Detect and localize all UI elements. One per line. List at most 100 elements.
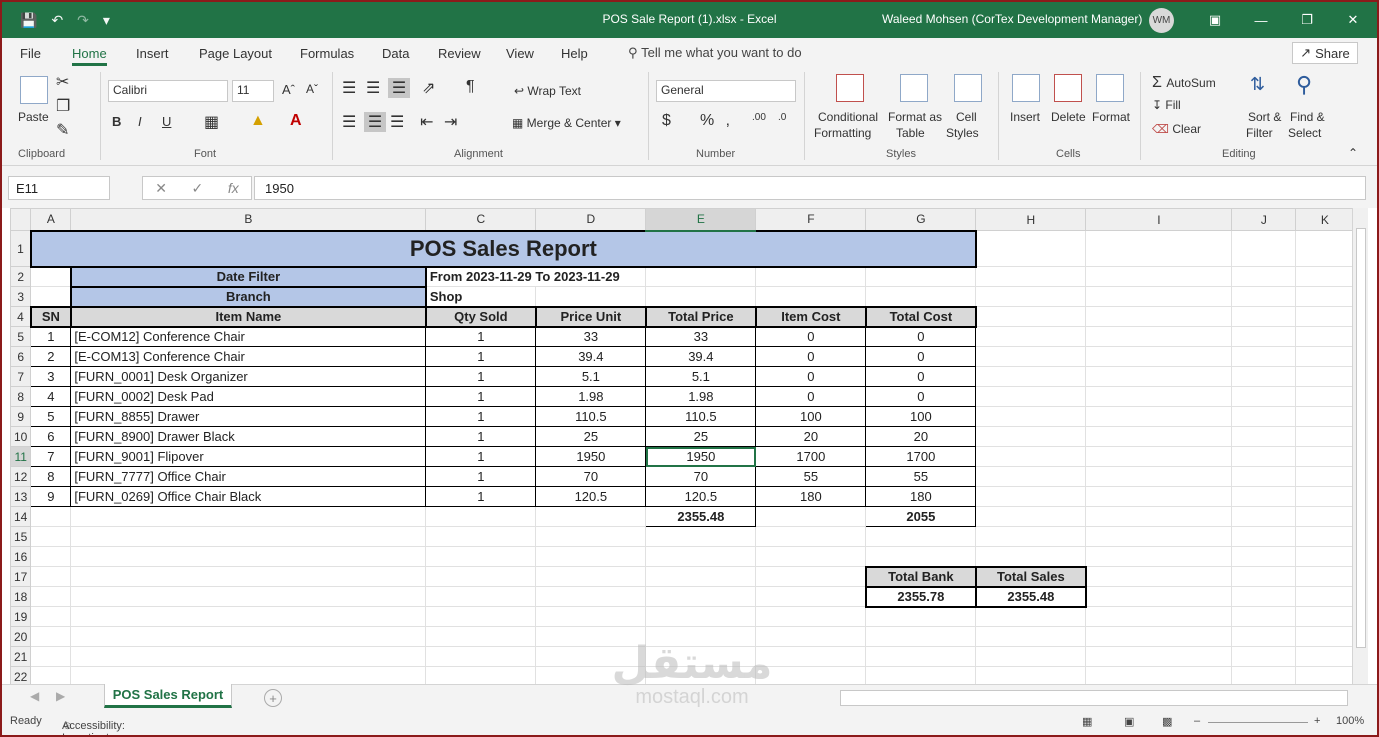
row-header[interactable]: 15 bbox=[9, 526, 32, 547]
cell[interactable] bbox=[645, 586, 757, 607]
cell[interactable] bbox=[535, 566, 647, 587]
cell[interactable] bbox=[755, 626, 867, 647]
cell[interactable] bbox=[1231, 426, 1297, 447]
decrease-decimal-icon[interactable]: .0 bbox=[778, 112, 786, 123]
insert-function-icon[interactable]: fx bbox=[228, 180, 239, 196]
cell[interactable] bbox=[1295, 546, 1355, 567]
cell[interactable] bbox=[1085, 286, 1233, 307]
cell[interactable] bbox=[1295, 346, 1355, 367]
cell[interactable] bbox=[1295, 466, 1355, 487]
cell[interactable] bbox=[1295, 626, 1355, 647]
cell[interactable] bbox=[1231, 346, 1297, 367]
conditional-formatting-icon[interactable] bbox=[836, 74, 864, 102]
delete-cells-button[interactable]: Delete bbox=[1051, 110, 1086, 124]
cell[interactable] bbox=[645, 626, 757, 647]
align-top-icon[interactable]: ☰ bbox=[342, 78, 356, 98]
row-header[interactable]: 17 bbox=[9, 566, 32, 587]
cell[interactable] bbox=[425, 506, 537, 527]
cell-qty[interactable]: 1 bbox=[425, 366, 537, 387]
ribbon-display-icon[interactable]: ▣ bbox=[1192, 2, 1238, 38]
row-header[interactable]: 18 bbox=[9, 586, 32, 607]
cell[interactable] bbox=[1085, 646, 1233, 667]
column-header[interactable]: A bbox=[30, 208, 72, 231]
find-icon[interactable]: ⚲ bbox=[1296, 72, 1312, 98]
tab-help[interactable]: Help bbox=[561, 46, 588, 61]
cell-sn[interactable]: 5 bbox=[30, 406, 72, 427]
cell-total-price[interactable]: 33 bbox=[645, 326, 757, 347]
cell-item-name[interactable]: [E-COM12] Conference Chair bbox=[70, 326, 427, 347]
cell-price-unit[interactable]: 25 bbox=[535, 426, 647, 447]
share-button[interactable]: ↗ Share bbox=[1292, 42, 1358, 64]
minimize-icon[interactable]: — bbox=[1238, 2, 1284, 38]
column-header[interactable]: K bbox=[1295, 208, 1355, 231]
cell-sn[interactable]: 6 bbox=[30, 426, 72, 447]
font-color-icon[interactable]: A bbox=[290, 112, 302, 130]
cell[interactable] bbox=[30, 586, 72, 607]
cell[interactable] bbox=[865, 266, 977, 287]
cell[interactable] bbox=[1295, 366, 1355, 387]
cell-total-cost[interactable]: 20 bbox=[865, 426, 977, 447]
cell[interactable] bbox=[425, 546, 537, 567]
copy-icon[interactable]: ❐ bbox=[56, 96, 70, 116]
cell[interactable] bbox=[425, 566, 537, 587]
align-right-icon[interactable]: ☰ bbox=[390, 112, 404, 132]
format-cells-button[interactable]: Format bbox=[1092, 110, 1130, 124]
cell[interactable] bbox=[1085, 306, 1233, 327]
cell[interactable] bbox=[755, 606, 867, 627]
cell[interactable] bbox=[1231, 406, 1297, 427]
date-filter-value[interactable]: From 2023-11-29 To 2023-11-29 bbox=[425, 266, 647, 287]
sort-filter-icon[interactable]: ⇅ bbox=[1250, 74, 1265, 95]
next-sheet-icon[interactable]: ▶ bbox=[56, 689, 65, 703]
row-header[interactable]: 11 bbox=[9, 446, 32, 467]
cell-item-cost[interactable]: 180 bbox=[755, 486, 867, 507]
format-painter-icon[interactable]: ✎ bbox=[56, 120, 69, 140]
cell-item-name[interactable]: [FURN_8900] Drawer Black bbox=[70, 426, 427, 447]
horizontal-scrollbar[interactable] bbox=[840, 690, 1348, 706]
cell-total-price[interactable]: 70 bbox=[645, 466, 757, 487]
header-price-unit[interactable]: Price Unit bbox=[534, 305, 647, 328]
cell[interactable] bbox=[975, 486, 1087, 507]
page-layout-view-icon[interactable]: ▣ bbox=[1124, 715, 1134, 728]
cell[interactable] bbox=[975, 266, 1087, 287]
cell-item-cost[interactable]: 0 bbox=[755, 386, 867, 407]
name-box[interactable]: E11 bbox=[8, 176, 110, 200]
row-header[interactable]: 14 bbox=[9, 506, 32, 527]
cell[interactable] bbox=[535, 546, 647, 567]
cell[interactable] bbox=[1295, 266, 1355, 287]
cell[interactable] bbox=[755, 506, 867, 527]
column-header[interactable]: E bbox=[645, 208, 757, 232]
cell-qty[interactable]: 1 bbox=[425, 466, 537, 487]
insert-cells-icon[interactable] bbox=[1012, 74, 1040, 102]
cut-icon[interactable]: ✂ bbox=[56, 72, 69, 92]
cell[interactable] bbox=[755, 546, 867, 567]
cell[interactable] bbox=[70, 626, 427, 647]
column-header[interactable]: C bbox=[425, 208, 537, 231]
cell[interactable] bbox=[975, 326, 1087, 347]
cell-item-cost[interactable]: 20 bbox=[755, 426, 867, 447]
format-as-table-button[interactable]: Format as bbox=[888, 110, 942, 124]
cell-total-cost[interactable]: 0 bbox=[865, 326, 977, 347]
cell-item-name[interactable]: [FURN_9001] Flipover bbox=[70, 446, 427, 467]
cell[interactable] bbox=[975, 286, 1087, 307]
font-name-select[interactable]: Calibri bbox=[108, 80, 228, 102]
cell-total-price[interactable]: 1.98 bbox=[645, 386, 757, 407]
decrease-font-icon[interactable]: Aˇ bbox=[306, 82, 318, 96]
merge-center-button[interactable]: ▦ Merge & Center ▾ bbox=[512, 116, 621, 130]
cell[interactable] bbox=[1085, 526, 1233, 547]
cell[interactable] bbox=[1231, 526, 1297, 547]
cell[interactable] bbox=[1085, 230, 1233, 267]
cell[interactable] bbox=[30, 646, 72, 667]
row-header[interactable]: 16 bbox=[9, 546, 32, 567]
cell-item-cost[interactable]: 0 bbox=[755, 346, 867, 367]
row-header[interactable]: 5 bbox=[9, 326, 32, 347]
restore-icon[interactable]: ❐ bbox=[1284, 2, 1330, 38]
cell[interactable] bbox=[1231, 566, 1297, 587]
column-header[interactable]: G bbox=[865, 208, 977, 231]
cell[interactable] bbox=[1231, 586, 1297, 607]
cell-price-unit[interactable]: 39.4 bbox=[535, 346, 647, 367]
cell[interactable] bbox=[1295, 526, 1355, 547]
row-header[interactable]: 10 bbox=[9, 426, 32, 447]
number-format-select[interactable]: General bbox=[656, 80, 796, 102]
cell[interactable] bbox=[1231, 626, 1297, 647]
italic-icon[interactable]: I bbox=[138, 114, 142, 129]
